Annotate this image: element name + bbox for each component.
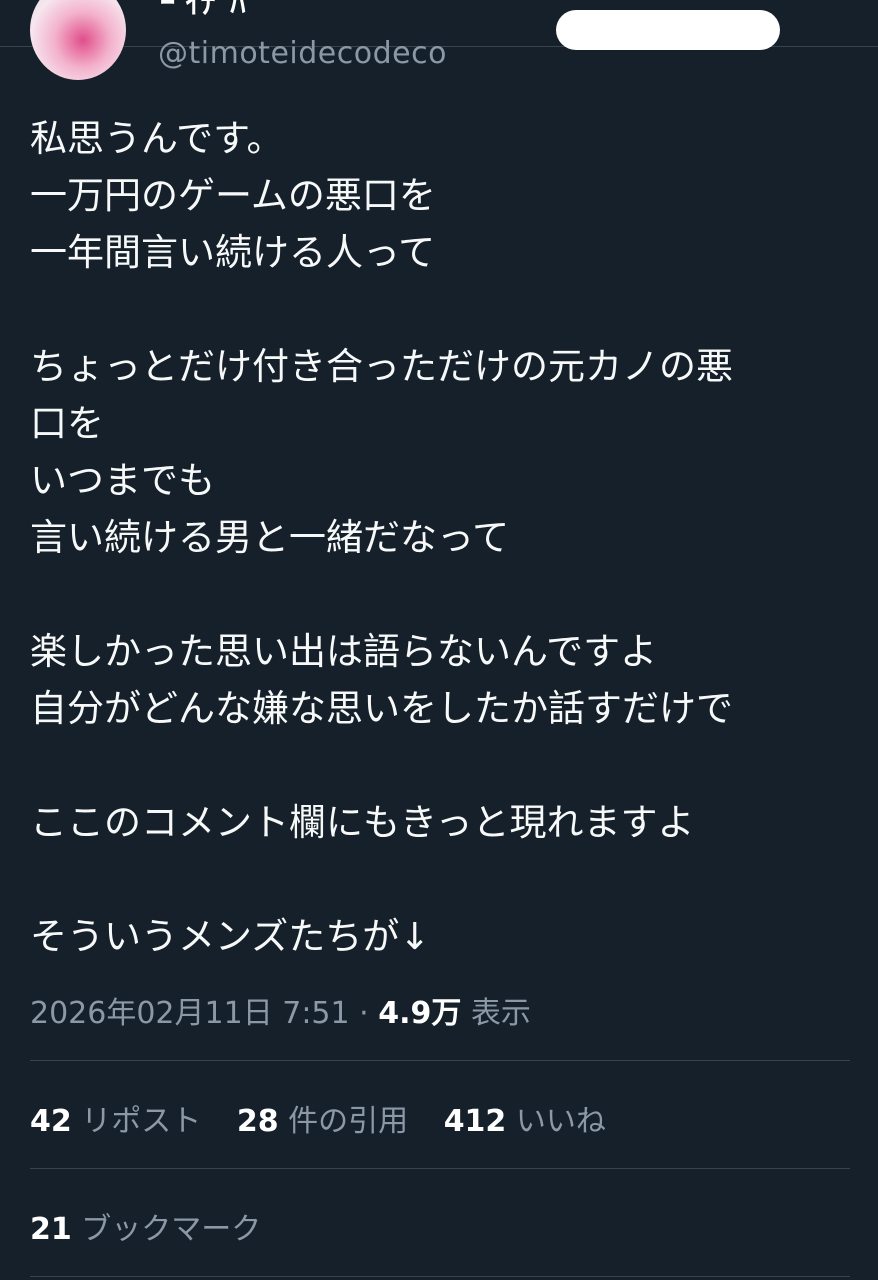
tweet-line: 一万円のゲームの悪口を bbox=[30, 174, 436, 217]
reposts-label: リポスト bbox=[81, 1104, 202, 1139]
tweet-line: いつまでも bbox=[30, 459, 215, 502]
tweet-text: 私思うんです。 一万円のゲームの悪口を 一年間言い続ける人って ちょっとだけ付き… bbox=[30, 110, 860, 965]
tweet-line: 自分がどんな嫌な思いをしたか話すだけで bbox=[30, 687, 733, 730]
tweet-blank-line bbox=[30, 281, 860, 338]
likes-count: 412 bbox=[443, 1104, 507, 1139]
bookmarks-label: ブックマーク bbox=[81, 1212, 262, 1247]
quotes-count: 28 bbox=[236, 1104, 279, 1139]
follow-button[interactable] bbox=[556, 10, 780, 50]
avatar[interactable] bbox=[30, 0, 126, 80]
views-label: 表示 bbox=[461, 996, 531, 1031]
tweet-line: 私思うんです。 bbox=[30, 117, 284, 160]
likes-label: いいね bbox=[515, 1104, 606, 1139]
meta-separator: · bbox=[349, 996, 379, 1031]
divider bbox=[30, 1276, 850, 1277]
tweet-blank-line bbox=[30, 737, 860, 794]
tweet-line: 一年間言い続ける人って bbox=[30, 231, 436, 274]
timestamp[interactable]: 2026年02月11日 7:51 bbox=[30, 996, 350, 1031]
divider bbox=[30, 1060, 850, 1061]
bookmarks-count: 21 bbox=[30, 1212, 72, 1247]
likes-stat[interactable]: 412 いいね bbox=[444, 1104, 606, 1139]
quotes-label: 件の引用 bbox=[288, 1104, 409, 1139]
reposts-stat[interactable]: 42 リポスト bbox=[30, 1104, 201, 1139]
bookmarks-stat[interactable]: 21 ブックマーク bbox=[30, 1204, 261, 1248]
tweet-blank-line bbox=[30, 851, 860, 908]
tweet-line: ここのコメント欄にもきっと現れますよ bbox=[30, 801, 695, 844]
views-count: 4.9万 bbox=[378, 996, 462, 1031]
display-name: ｰ ｲﾃﾞﾊ bbox=[160, 0, 246, 21]
tweet-line: ちょっとだけ付き合っただけの元カノの悪 bbox=[30, 345, 733, 388]
tweet-line: 言い続ける男と一緒だなって bbox=[30, 516, 510, 559]
reposts-count: 42 bbox=[30, 1104, 72, 1139]
tweet-blank-line bbox=[30, 566, 860, 623]
tweet-line: そういうメンズたちが↓ bbox=[30, 915, 431, 958]
engagement-stats: 42 リポスト 28 件の引用 412 いいね bbox=[30, 1096, 632, 1140]
tweet-meta: 2026年02月11日 7:51 · 4.9万 表示 bbox=[30, 988, 531, 1032]
tweet-line: 口を bbox=[30, 402, 104, 445]
user-handle[interactable]: @timoteidecodeco bbox=[158, 36, 447, 71]
divider bbox=[30, 1168, 850, 1169]
quotes-stat[interactable]: 28 件の引用 bbox=[237, 1104, 408, 1139]
tweet-line: 楽しかった思い出は語らないんですよ bbox=[30, 630, 658, 673]
